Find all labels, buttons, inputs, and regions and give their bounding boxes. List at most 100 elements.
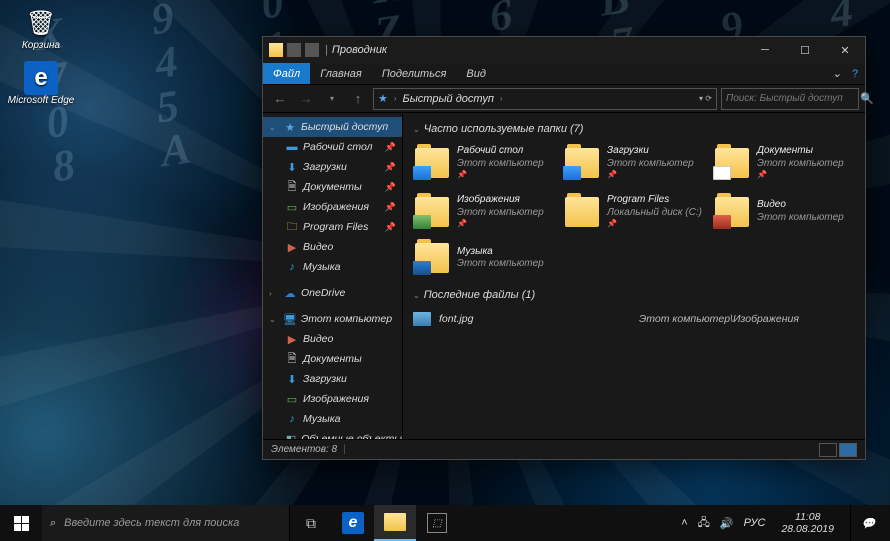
pin-icon: 📌 <box>385 222 396 233</box>
taskbar-app-store[interactable]: ⬚ <box>416 505 458 541</box>
desktop-icon-edge[interactable]: e Microsoft Edge <box>6 61 76 106</box>
view-details-button[interactable] <box>819 443 837 457</box>
pin-icon: 📌 <box>457 219 544 229</box>
folder-location: Этот компьютер <box>607 158 694 171</box>
breadcrumb-segment[interactable]: Быстрый доступ <box>403 93 494 105</box>
window-title: Проводник <box>328 44 745 56</box>
taskbar-app-explorer[interactable] <box>374 505 416 541</box>
tray-clock[interactable]: 11:08 28.08.2019 <box>775 511 840 535</box>
titlebar[interactable]: | Проводник ─ ☐ ✕ <box>263 37 865 63</box>
ribbon-expand-icon[interactable]: ⌄ <box>829 67 845 80</box>
nav-pc-documents[interactable]: 🗎Документы <box>263 349 402 369</box>
ribbon-tab-share[interactable]: Поделиться <box>372 68 457 80</box>
status-bar: Элементов: 8 | <box>263 439 865 459</box>
folder-name: Рабочий стол <box>457 145 544 158</box>
folder-item[interactable]: МузыкаЭтот компьютер <box>413 241 555 275</box>
folder-location: Этот компьютер <box>757 158 844 171</box>
tray-volume-icon[interactable]: 🔊 <box>720 517 734 530</box>
taskbar-app-edge[interactable]: e <box>332 505 374 541</box>
task-view-button[interactable]: ⧉ <box>290 505 332 541</box>
folder-item[interactable]: Program FilesЛокальный диск (C:)📌 <box>563 192 705 231</box>
pin-icon: 📌 <box>385 202 396 213</box>
desktop-icons: 🗑 Корзина e Microsoft Edge <box>6 6 76 116</box>
tray-language[interactable]: РУС <box>744 517 766 529</box>
folder-item[interactable]: Рабочий столЭтот компьютер📌 <box>413 143 555 182</box>
folder-icon <box>415 197 449 227</box>
folder-icon <box>565 148 599 178</box>
nav-item-program-files[interactable]: 🗀Program Files📌 <box>263 217 402 237</box>
maximize-button[interactable]: ☐ <box>785 37 825 63</box>
qat-icon[interactable] <box>287 43 301 57</box>
clock-time: 11:08 <box>781 511 834 523</box>
start-button[interactable] <box>0 505 42 541</box>
help-icon[interactable]: ? <box>845 68 865 80</box>
folder-name: Program Files <box>607 194 702 207</box>
folder-icon <box>715 197 749 227</box>
qat-icons <box>263 43 325 57</box>
section-frequent-folders[interactable]: ⌄Часто используемые папки (7) <box>413 123 855 135</box>
clock-date: 28.08.2019 <box>781 523 834 535</box>
minimize-button[interactable]: ─ <box>745 37 785 63</box>
search-icon[interactable]: 🔍 <box>860 92 874 105</box>
nav-history-button[interactable]: ▾ <box>321 88 343 110</box>
tray-overflow-icon[interactable]: ˄ <box>681 517 687 529</box>
nav-item-downloads[interactable]: ⬇Загрузки📌 <box>263 157 402 177</box>
nav-this-pc[interactable]: ⌄🖥Этот компьютер <box>263 309 402 329</box>
folder-item[interactable]: ЗагрузкиЭтот компьютер📌 <box>563 143 705 182</box>
pin-icon: 📌 <box>385 142 396 153</box>
nav-item-documents[interactable]: 🗎Документы📌 <box>263 177 402 197</box>
section-recent-files[interactable]: ⌄Последние файлы (1) <box>413 289 855 301</box>
folder-name: Видео <box>757 199 844 212</box>
ribbon-tab-home[interactable]: Главная <box>310 68 372 80</box>
taskbar-search[interactable]: ⌕ Введите здесь текст для поиска <box>42 505 290 541</box>
folder-icon <box>565 197 599 227</box>
address-bar[interactable]: ★ › Быстрый доступ › ▾ ⟳ <box>373 88 717 110</box>
ribbon-tab-view[interactable]: Вид <box>456 68 496 80</box>
nav-up-button[interactable]: ↑ <box>347 88 369 110</box>
status-text: Элементов: 8 <box>271 444 337 455</box>
system-tray: ˄ 🖧 🔊 РУС 11:08 28.08.2019 💬 <box>681 505 890 541</box>
pin-icon: 📌 <box>457 170 544 180</box>
windows-logo-icon <box>14 516 29 531</box>
desktop-icon-recycle-bin[interactable]: 🗑 Корзина <box>6 6 76 51</box>
refresh-icon[interactable]: ▾ ⟳ <box>699 94 712 103</box>
pin-icon: 📌 <box>385 162 396 173</box>
nav-pc-3d[interactable]: ◧Объемные объекты <box>263 429 402 439</box>
nav-pc-videos[interactable]: ▶Видео <box>263 329 402 349</box>
nav-item-videos[interactable]: ▶Видео <box>263 237 402 257</box>
search-icon: ⌕ <box>50 517 56 530</box>
action-center-button[interactable]: 💬 <box>850 505 886 541</box>
folder-item[interactable]: ДокументыЭтот компьютер📌 <box>713 143 855 182</box>
nav-onedrive[interactable]: ›☁OneDrive <box>263 283 402 303</box>
search-box[interactable]: 🔍 <box>721 88 859 110</box>
nav-back-button[interactable]: ← <box>269 88 291 110</box>
desktop-icon-label: Microsoft Edge <box>8 95 75 106</box>
recent-file-row[interactable]: font.jpgЭтот компьютер\Изображения <box>413 309 855 329</box>
folder-qat-icon <box>269 43 283 57</box>
folder-item[interactable]: ИзображенияЭтот компьютер📌 <box>413 192 555 231</box>
search-input[interactable] <box>726 93 860 104</box>
nav-item-desktop[interactable]: ▬Рабочий стол📌 <box>263 137 402 157</box>
folder-location: Этот компьютер <box>457 158 544 171</box>
close-button[interactable]: ✕ <box>825 37 865 63</box>
pin-icon: 📌 <box>385 182 396 193</box>
tray-network-icon[interactable]: 🖧 <box>698 514 710 533</box>
ribbon-file-tab[interactable]: Файл <box>263 63 310 84</box>
folder-name: Документы <box>757 145 844 158</box>
nav-pane: ⌄★Быстрый доступ ▬Рабочий стол📌 ⬇Загрузк… <box>263 113 403 439</box>
qat-icon[interactable] <box>305 43 319 57</box>
folder-item[interactable]: ВидеоЭтот компьютер <box>713 192 855 231</box>
nav-pc-music[interactable]: ♪Музыка <box>263 409 402 429</box>
content-pane: ⌄Часто используемые папки (7) Рабочий ст… <box>403 113 865 439</box>
folder-location: Этот компьютер <box>457 258 544 271</box>
nav-item-music[interactable]: ♪Музыка <box>263 257 402 277</box>
edge-icon: e <box>24 61 58 95</box>
nav-forward-button[interactable]: → <box>295 88 317 110</box>
view-icons-button[interactable] <box>839 443 857 457</box>
nav-pc-downloads[interactable]: ⬇Загрузки <box>263 369 402 389</box>
nav-pc-pictures[interactable]: ▭Изображения <box>263 389 402 409</box>
nav-item-pictures[interactable]: ▭Изображения📌 <box>263 197 402 217</box>
explorer-window: | Проводник ─ ☐ ✕ Файл Главная Поделитьс… <box>262 36 866 460</box>
desktop-icon-label: Корзина <box>22 40 60 51</box>
nav-quick-access[interactable]: ⌄★Быстрый доступ <box>263 117 402 137</box>
